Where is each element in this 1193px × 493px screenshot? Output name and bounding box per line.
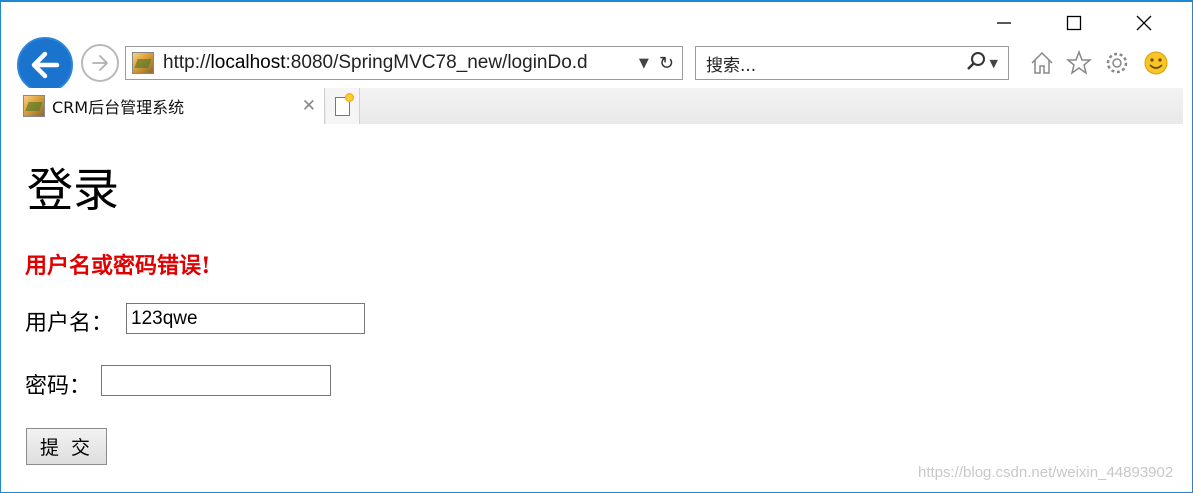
tab-strip: CRM后台管理系统 ✕ [13, 88, 1183, 124]
address-url[interactable]: http://localhost:8080/SpringMVC78_new/lo… [163, 52, 639, 74]
password-input[interactable] [101, 365, 331, 396]
username-input[interactable] [126, 303, 365, 334]
new-tab-button[interactable] [326, 88, 360, 124]
minimize-icon[interactable] [981, 6, 1027, 40]
search-dropdown-icon[interactable]: ▼ [990, 57, 998, 70]
feedback-smiley-icon[interactable] [1141, 48, 1171, 78]
page-title: 登录 [27, 163, 119, 217]
maximize-icon[interactable] [1051, 6, 1097, 40]
search-icon[interactable] [966, 51, 986, 76]
search-input[interactable]: 搜索... [706, 51, 966, 76]
new-tab-icon [335, 92, 354, 116]
page-content: 登录 用户名或密码错误! 用户名： 密码： 提 交 https://blog.c… [13, 124, 1183, 484]
favorites-star-icon[interactable] [1064, 48, 1094, 78]
browser-window: http://localhost:8080/SpringMVC78_new/lo… [0, 0, 1193, 493]
close-icon[interactable] [1121, 6, 1167, 40]
gear-icon[interactable] [1102, 48, 1132, 78]
watermark: https://blog.csdn.net/weixin_44893902 [918, 464, 1174, 481]
tab-title: CRM后台管理系统 [52, 98, 185, 117]
password-label: 密码： [25, 374, 92, 399]
forward-button[interactable] [81, 44, 119, 82]
address-bar[interactable]: http://localhost:8080/SpringMVC78_new/lo… [125, 46, 683, 80]
site-favicon-icon [132, 52, 154, 74]
arrow-right-icon [92, 55, 108, 71]
home-icon[interactable] [1027, 48, 1057, 78]
submit-button[interactable]: 提 交 [26, 428, 107, 465]
username-label: 用户名： [25, 311, 114, 336]
back-button[interactable] [17, 37, 73, 93]
search-box[interactable]: 搜索... ▼ [695, 46, 1009, 80]
dropdown-arrow-icon[interactable]: ▼ [639, 56, 649, 71]
arrow-left-icon [31, 51, 60, 79]
refresh-icon[interactable]: ↻ [659, 53, 674, 74]
tab-crm[interactable]: CRM后台管理系统 ✕ [13, 88, 325, 124]
tab-favicon-icon [23, 95, 45, 117]
error-message: 用户名或密码错误! [25, 253, 211, 279]
tab-close-icon[interactable]: ✕ [302, 96, 316, 116]
